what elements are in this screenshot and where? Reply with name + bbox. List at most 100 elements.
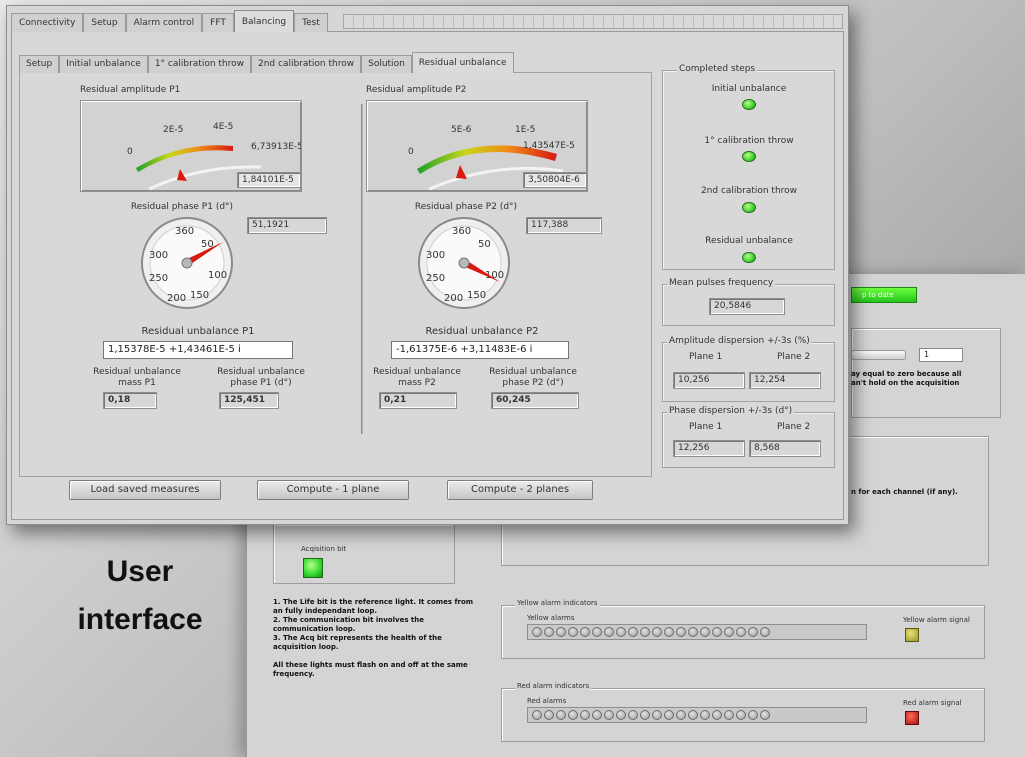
acquisition-number-field[interactable]: 1 bbox=[919, 348, 963, 362]
dial-tick-label: 250 bbox=[426, 273, 445, 284]
phase-out-p1-value: 125,451 bbox=[219, 392, 279, 409]
subtab-1st-calibration-throw[interactable]: 1° calibration throw bbox=[147, 55, 251, 73]
unbalance-p1-title: Residual unbalance P1 bbox=[141, 326, 255, 337]
tab-connectivity[interactable]: Connectivity bbox=[11, 13, 84, 32]
phase-p1-value: 51,1921 bbox=[247, 217, 327, 234]
user-interface-caption: User interface bbox=[60, 548, 220, 644]
tab-fft[interactable]: FFT bbox=[202, 13, 234, 32]
info-line: frequency. bbox=[273, 670, 315, 678]
alarm-led bbox=[592, 627, 602, 637]
unbalance-p2-field[interactable]: -1,61375E-6 +3,11483E-6 i bbox=[391, 341, 569, 359]
balancing-sub-tab-bar: Setup Initial unbalance 1° calibration t… bbox=[19, 52, 514, 73]
mean-pulses-label: Mean pulses frequency bbox=[667, 278, 776, 288]
amplitude-dispersion-label: Amplitude dispersion +/-3s (%) bbox=[667, 336, 812, 346]
alarm-led bbox=[604, 627, 614, 637]
acquisition-note-line2: an't hold on the acquisition bbox=[851, 379, 960, 387]
amplitude-p1-gauge-frame: 0 2E-5 4E-5 6,73913E-5 1,84101E-5 bbox=[80, 100, 302, 192]
dial-tick-label: 250 bbox=[149, 273, 168, 284]
red-alarms-label: Red alarms bbox=[527, 697, 567, 705]
info-text: 1. The Life bit is the reference light. … bbox=[273, 598, 473, 679]
dial-tick-label: 200 bbox=[444, 293, 463, 304]
step-1st-calibration-led bbox=[742, 151, 756, 162]
alarm-led bbox=[736, 710, 746, 720]
info-line: 2. The communication bit involves the bbox=[273, 616, 425, 624]
compute-2-planes-button[interactable]: Compute - 2 planes bbox=[447, 480, 593, 500]
tab-balancing[interactable]: Balancing bbox=[233, 10, 295, 32]
phase-p2-dial[interactable]: 360 50 100 150 200 250 300 bbox=[412, 216, 516, 312]
alarm-led bbox=[664, 710, 674, 720]
phase-out-p1-label: Residual unbalance phase P1 (d°) bbox=[217, 367, 305, 388]
info-line: acquisition loop. bbox=[273, 643, 339, 651]
subtab-initial-unbalance[interactable]: Initial unbalance bbox=[59, 55, 148, 73]
alarm-led bbox=[676, 627, 686, 637]
yellow-signal-label: Yellow alarm signal bbox=[903, 616, 970, 624]
alarm-led bbox=[652, 710, 662, 720]
gauge-tick-label: 0 bbox=[408, 147, 414, 157]
amplitude-p2-value: 3,50804E-6 bbox=[523, 172, 587, 188]
dial-tick-label: 300 bbox=[426, 250, 445, 261]
alarm-led bbox=[604, 710, 614, 720]
alarm-led bbox=[736, 627, 746, 637]
yellow-alarm-signal-led bbox=[905, 628, 919, 642]
acq-bit-led bbox=[303, 558, 323, 578]
subtab-2nd-calibration-throw[interactable]: 2nd calibration throw bbox=[251, 55, 362, 73]
gauge-tick-label: 2E-5 bbox=[163, 125, 183, 135]
phase-plane1-label: Plane 1 bbox=[689, 422, 723, 432]
step-label: Initial unbalance bbox=[711, 84, 787, 94]
plane-separator bbox=[361, 104, 363, 434]
info-line: 1. The Life bit is the reference light. … bbox=[273, 598, 474, 606]
alarm-led bbox=[580, 627, 590, 637]
acquisition-note-line1: ay equal to zero because all bbox=[851, 370, 962, 378]
gauge-tick-label: 6,73913E-5 bbox=[251, 142, 301, 152]
compute-1-plane-button[interactable]: Compute - 1 plane bbox=[257, 480, 409, 500]
red-alarms-bar bbox=[527, 707, 867, 723]
step-2nd-calibration-led bbox=[742, 202, 756, 213]
mass-p1-value: 0,18 bbox=[103, 392, 157, 409]
phase-p1-title: Residual phase P1 (d°) bbox=[130, 202, 234, 212]
subtab-setup[interactable]: Setup bbox=[19, 55, 60, 73]
alarm-led bbox=[580, 710, 590, 720]
alarm-led bbox=[700, 710, 710, 720]
amplitude-p1-title: Residual amplitude P1 bbox=[80, 85, 181, 95]
acquisition-slider[interactable] bbox=[851, 350, 906, 360]
amp-plane2-value: 12,254 bbox=[749, 372, 821, 389]
phase-p2-value: 117,388 bbox=[526, 217, 602, 234]
subtab-residual-unbalance[interactable]: Residual unbalance bbox=[411, 52, 514, 73]
gauge-tick-label: 1,43547E-5 bbox=[523, 141, 575, 151]
caption-line2: interface bbox=[77, 603, 203, 636]
red-signal-label: Red alarm signal bbox=[903, 699, 962, 707]
alarm-led bbox=[652, 627, 662, 637]
alarm-led bbox=[592, 710, 602, 720]
phase-dispersion-label: Phase dispersion +/-3s (d°) bbox=[667, 406, 795, 416]
red-alarm-signal-led bbox=[905, 711, 919, 725]
yellow-alarms-label: Yellow alarms bbox=[527, 614, 575, 622]
phase-p1-dial[interactable]: 360 50 100 150 200 250 300 bbox=[135, 216, 239, 312]
red-alarm-group-label: Red alarm indicators bbox=[515, 682, 592, 690]
dial-tick-label: 150 bbox=[190, 290, 209, 301]
alarm-led bbox=[760, 710, 770, 720]
unbalance-p1-field[interactable]: 1,15378E-5 +1,43461E-5 i bbox=[103, 341, 293, 359]
mass-p1-label: Residual unbalance mass P1 bbox=[93, 367, 181, 388]
alarm-led bbox=[664, 627, 674, 637]
up-to-date-button[interactable]: p to date bbox=[851, 287, 917, 303]
alarm-led bbox=[556, 710, 566, 720]
tab-alarm-control[interactable]: Alarm control bbox=[125, 13, 203, 32]
load-saved-measures-button[interactable]: Load saved measures bbox=[69, 480, 221, 500]
gauge-tick-label: 1E-5 bbox=[515, 125, 535, 135]
dial-tick-label: 360 bbox=[452, 226, 471, 237]
tab-test[interactable]: Test bbox=[294, 13, 328, 32]
step-label: Residual unbalance bbox=[705, 236, 793, 246]
mass-p2-label: Residual unbalance mass P2 bbox=[373, 367, 461, 388]
tab-strip-filler bbox=[343, 14, 843, 29]
alarm-led bbox=[676, 710, 686, 720]
step-label: 1° calibration throw bbox=[704, 136, 794, 146]
alarm-led bbox=[760, 627, 770, 637]
phase-plane2-value: 8,568 bbox=[749, 440, 821, 457]
channel-note: n for each channel (if any). bbox=[851, 488, 958, 496]
alarm-led bbox=[748, 710, 758, 720]
info-line: 3. The Acq bit represents the health of … bbox=[273, 634, 442, 642]
alarm-led bbox=[712, 627, 722, 637]
status-bits-frame bbox=[273, 524, 455, 584]
tab-setup[interactable]: Setup bbox=[83, 13, 126, 32]
subtab-solution[interactable]: Solution bbox=[361, 55, 412, 73]
